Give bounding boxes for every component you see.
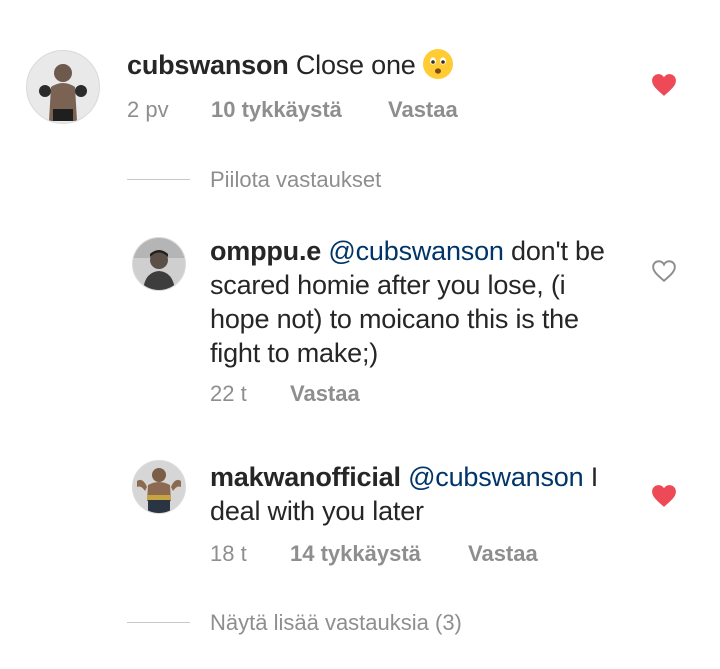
reply-username[interactable]: omppu.e	[210, 236, 321, 266]
avatar[interactable]	[26, 50, 100, 124]
reply-text-line: fight to make;)	[210, 338, 379, 368]
comment-text: Close one	[295, 50, 416, 80]
reply-text-line: hope not) to moicano this is the	[210, 304, 579, 334]
comment-body: cubswanson Close one	[127, 48, 454, 88]
reply-button[interactable]: Vastaa	[468, 541, 538, 567]
reply-body: makwanofficial @cubswanson I deal with y…	[210, 460, 640, 528]
avatar[interactable]	[132, 460, 186, 514]
reply-text-line: I	[583, 462, 599, 492]
reply-text-line: don't be	[503, 236, 605, 266]
avatar[interactable]	[132, 237, 186, 291]
reply-button[interactable]: Vastaa	[388, 97, 458, 123]
like-count[interactable]: 14 tykkäystä	[290, 541, 421, 567]
reply-button[interactable]: Vastaa	[290, 381, 360, 407]
reply-meta: 18 t 14 tykkäystä Vastaa	[210, 541, 538, 567]
replies-divider	[127, 179, 190, 180]
like-count[interactable]: 10 tykkäystä	[211, 97, 342, 123]
reply-mention[interactable]: @cubswanson	[328, 236, 504, 266]
heart-filled-icon[interactable]	[651, 484, 677, 508]
heart-filled-icon[interactable]	[651, 73, 677, 97]
heart-outline-icon[interactable]	[651, 259, 677, 283]
hushed-face-emoji-icon	[422, 48, 454, 88]
comment-username[interactable]: cubswanson	[127, 50, 289, 80]
reply-meta: 22 t Vastaa	[210, 381, 360, 407]
comment-time: 2 pv	[127, 97, 169, 122]
hide-replies-button[interactable]: Piilota vastaukset	[210, 167, 381, 193]
replies-divider	[127, 622, 190, 623]
comment-meta: 2 pv 10 tykkäystä Vastaa	[127, 97, 458, 123]
reply-mention[interactable]: @cubswanson	[408, 462, 584, 492]
reply-body: omppu.e @cubswanson don't be scared homi…	[210, 234, 640, 370]
reply-time: 22 t	[210, 381, 247, 406]
reply-text-line: deal with you later	[210, 496, 424, 526]
reply-text-line: scared homie after you lose, (i	[210, 270, 566, 300]
show-more-replies-button[interactable]: Näytä lisää vastauksia (3)	[210, 610, 462, 636]
reply-time: 18 t	[210, 541, 247, 566]
reply-username[interactable]: makwanofficial	[210, 462, 401, 492]
